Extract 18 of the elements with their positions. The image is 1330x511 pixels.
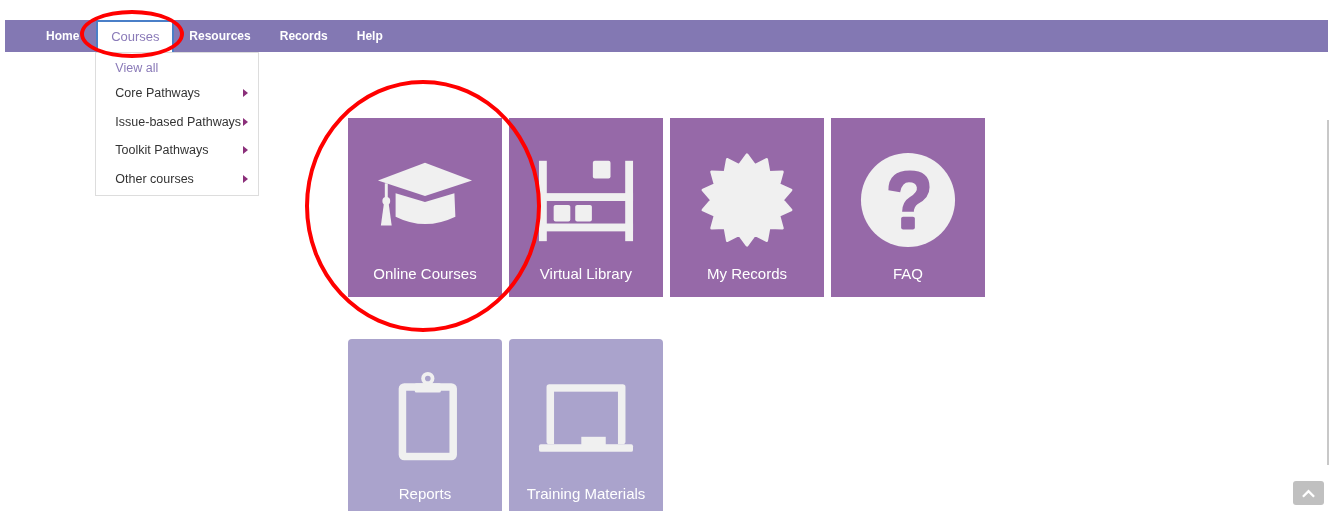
nav-link[interactable]: Help xyxy=(356,28,383,44)
scroll-top-button[interactable] xyxy=(1293,481,1324,505)
menu-item[interactable]: View all xyxy=(96,57,259,79)
nav-link[interactable]: Home xyxy=(46,28,80,44)
tile-link[interactable]: FAQ xyxy=(831,118,985,297)
tile-link[interactable]: Virtual Library xyxy=(509,118,663,297)
scrollbar[interactable] xyxy=(1327,120,1329,465)
help-icon xyxy=(859,151,957,249)
menu-item[interactable]: Toolkit Pathways xyxy=(96,136,259,165)
tile-link[interactable]: My Records xyxy=(670,118,824,297)
menu-item[interactable]: Core Pathways xyxy=(96,79,259,108)
menu-item[interactable]: Other courses xyxy=(96,164,259,194)
menu-item[interactable]: Issue-based Pathways xyxy=(96,107,259,137)
nav-link[interactable]: Records xyxy=(279,28,328,44)
nav-link[interactable]: Courses xyxy=(96,20,175,52)
tile-link[interactable]: Online Courses xyxy=(348,118,502,297)
caret-up-icon xyxy=(1302,488,1315,498)
nav-link[interactable]: Resources xyxy=(189,28,251,44)
